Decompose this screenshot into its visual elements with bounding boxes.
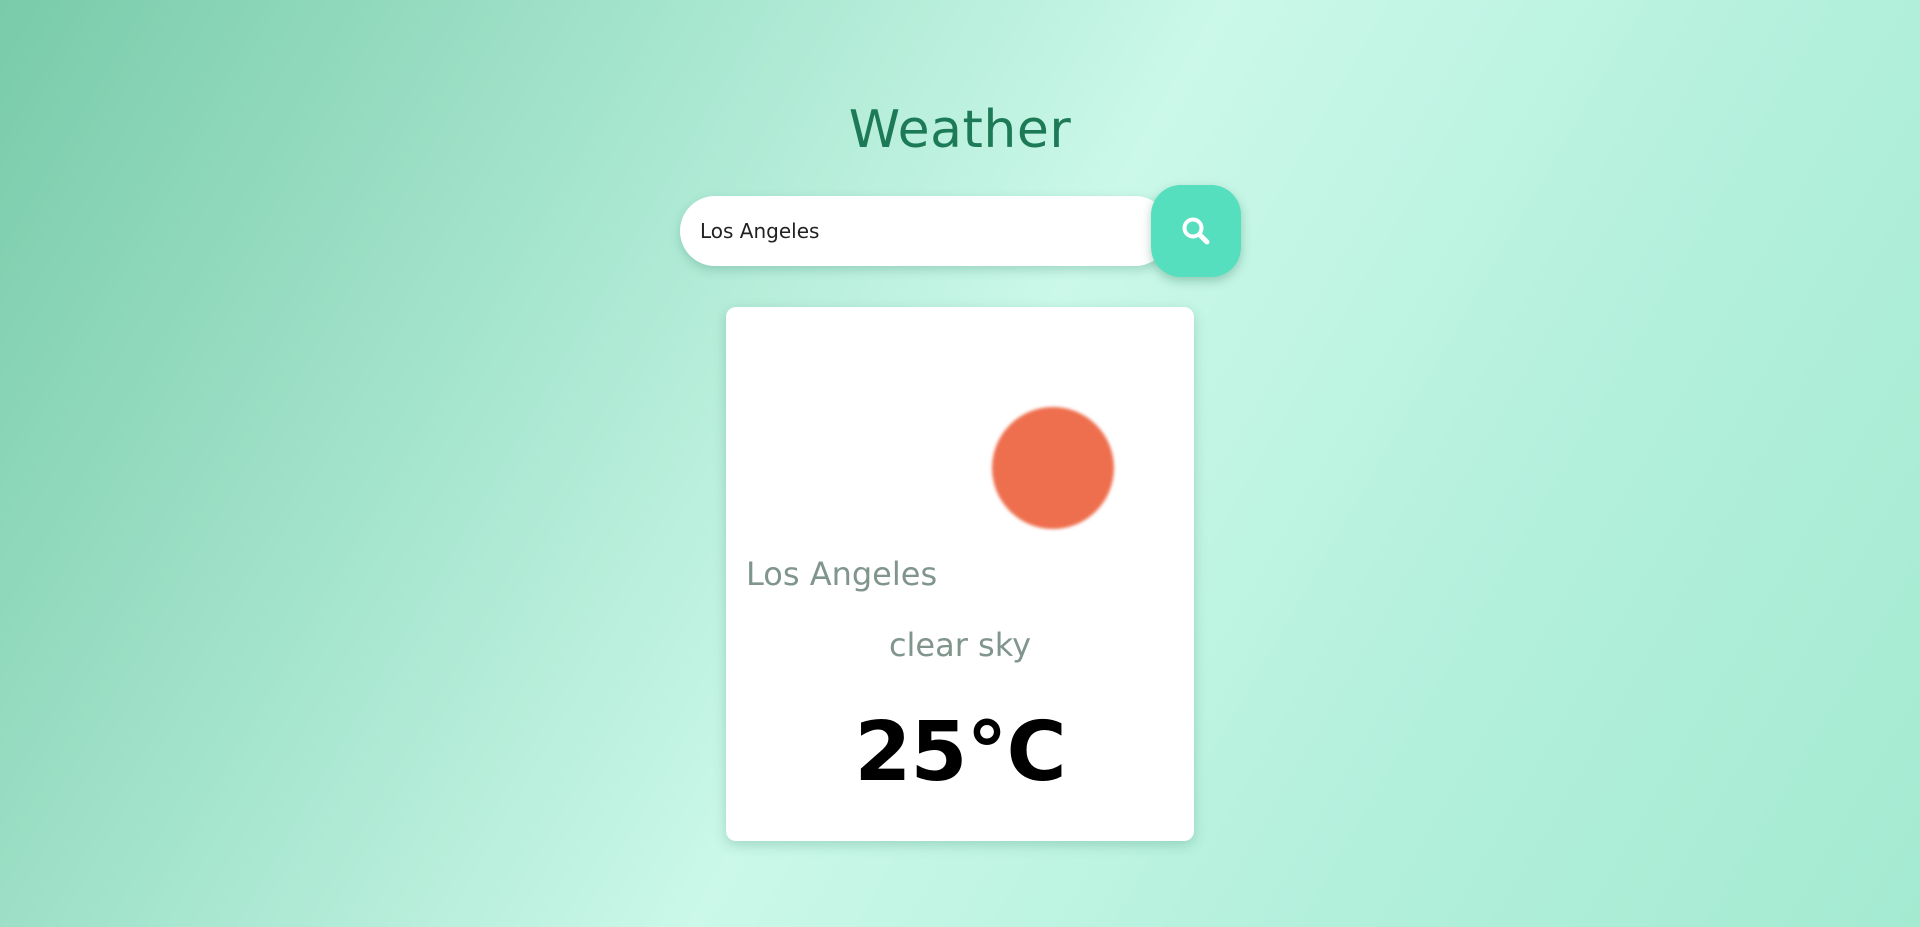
search-icon [1182,217,1210,245]
temperature: 25°C [854,705,1066,800]
search-button[interactable] [1151,185,1241,277]
page-title: Weather [848,100,1072,160]
sun-icon [992,407,1114,529]
search-input[interactable] [700,196,1140,266]
city-name: Los Angeles [746,555,938,593]
weather-description: clear sky [888,626,1032,664]
search-bar [680,196,1170,266]
weather-card: Los Angeles clear sky 25°C [726,307,1194,841]
